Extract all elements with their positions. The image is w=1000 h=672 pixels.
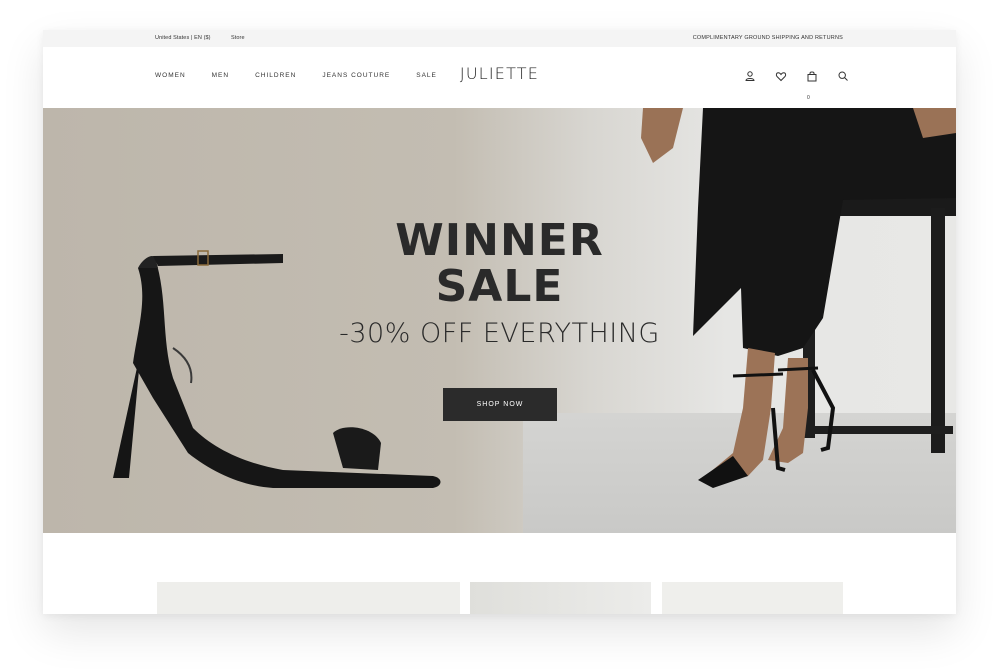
search-icon[interactable] (836, 69, 850, 83)
store-link[interactable]: Store (231, 35, 245, 41)
hero-banner: WINNER SALE -30% OFF EVERYTHING SHOP NOW (43, 108, 956, 533)
browser-frame: United States | EN ($) Store COMPLIMENTA… (43, 30, 956, 614)
account-icon[interactable] (743, 69, 757, 83)
category-tile[interactable] (662, 582, 843, 614)
top-bar: United States | EN ($) Store COMPLIMENTA… (43, 30, 956, 47)
category-tiles (43, 582, 956, 614)
cart-count: 0 (807, 95, 810, 101)
hero-title-line1: WINNER (395, 215, 604, 266)
hero-subtitle: -30% OFF EVERYTHING (339, 318, 660, 349)
hero-text: WINNER SALE -30% OFF EVERYTHING (43, 215, 956, 350)
shop-now-button[interactable]: SHOP NOW (443, 388, 557, 421)
main-nav: WOMEN MEN CHILDREN JEANS COUTURE SALE JU… (43, 47, 956, 108)
locale-selector[interactable]: United States | EN ($) (155, 35, 211, 41)
category-tile[interactable] (157, 582, 460, 614)
heart-icon[interactable] (774, 69, 788, 83)
shipping-promo: COMPLIMENTARY GROUND SHIPPING AND RETURN… (692, 35, 843, 41)
nav-icons: 0 (743, 69, 850, 101)
bag-icon[interactable]: 0 (805, 69, 819, 101)
hero-title-line2: SALE (435, 261, 564, 312)
category-tile[interactable] (470, 582, 651, 614)
